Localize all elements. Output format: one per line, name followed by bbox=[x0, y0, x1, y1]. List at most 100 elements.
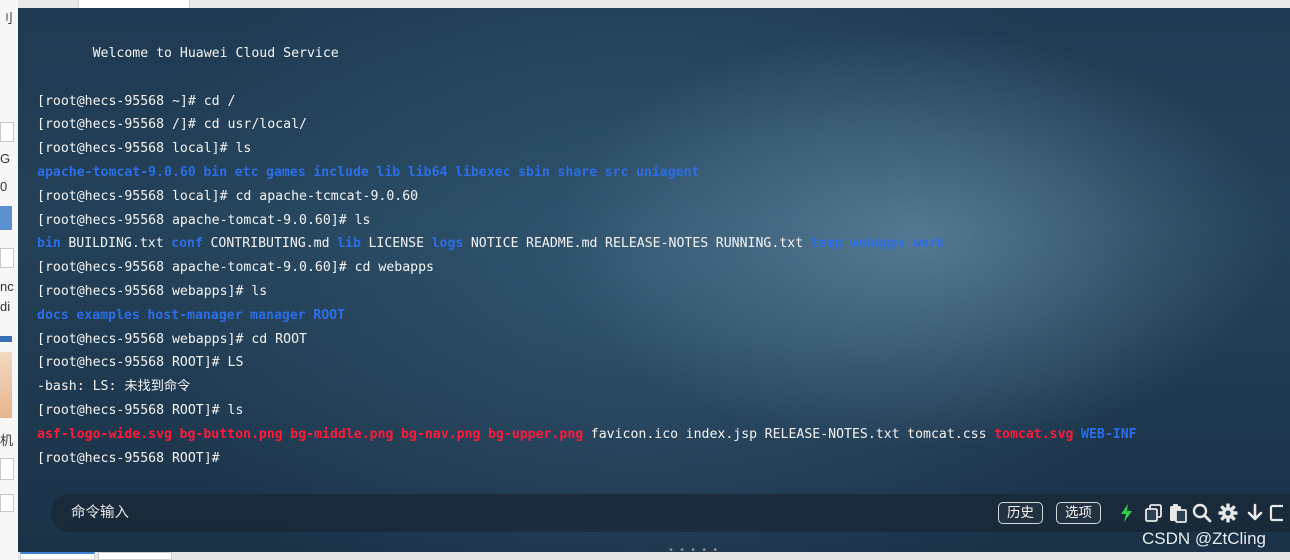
highlighted-file-entry: asf-logo-wide.svg bbox=[37, 426, 172, 442]
terminal-line: [root@hecs-95568 apache-tomcat-9.0.60]# … bbox=[37, 210, 378, 232]
highlighted-file-entry: tomcat.svg bbox=[994, 426, 1074, 442]
bottom-tab[interactable] bbox=[98, 552, 172, 560]
top-tab[interactable] bbox=[78, 0, 190, 8]
terminal-text: [root@hecs-95568 /]# cd usr/local/ bbox=[37, 117, 307, 133]
directory-entry: include bbox=[313, 165, 369, 180]
highlighted-file-entry: bg-nav.png bbox=[401, 426, 481, 442]
left-panel-selected-item[interactable] bbox=[0, 206, 12, 230]
left-panel-field[interactable] bbox=[0, 458, 14, 480]
directory-entry: webapps bbox=[849, 236, 906, 252]
terminal-line: asf-logo-wide.svg bg-button.png bg-middle.… bbox=[37, 424, 1144, 446]
directory-entry: sbin bbox=[518, 165, 550, 180]
terminal-text: [root@hecs-95568 local]# cd apache-tcmca… bbox=[37, 188, 419, 204]
download-icon[interactable] bbox=[1245, 503, 1265, 523]
terminal-text: index.jsp bbox=[685, 426, 758, 442]
directory-entry: lib bbox=[337, 236, 361, 252]
directory-entry: ROOT bbox=[313, 307, 346, 323]
directory-entry: lib bbox=[376, 165, 401, 180]
gear-icon[interactable] bbox=[1218, 503, 1238, 523]
terminal-text: CONTRIBUTING.md bbox=[210, 236, 330, 252]
terminal-text: NOTICE bbox=[470, 236, 519, 252]
left-side-panel: 刂 G 0 nc di 机 bbox=[0, 0, 19, 560]
highlighted-file-entry: bg-button.png bbox=[179, 426, 283, 442]
watermark: CSDN @ZtCling bbox=[1142, 529, 1266, 548]
terminal-text: [root@hecs-95568 local]# ls bbox=[37, 141, 252, 157]
paste-icon[interactable] bbox=[1168, 503, 1188, 523]
directory-entry: uniagent bbox=[635, 165, 700, 180]
terminal-text: favicon.ico bbox=[590, 426, 679, 442]
directory-entry: games bbox=[266, 165, 306, 180]
terminal-text: RELEASE-NOTES.txt bbox=[764, 426, 900, 442]
directory-entry: host-manager bbox=[147, 307, 243, 323]
terminal-line: [root@hecs-95568 webapps]# cd ROOT bbox=[37, 329, 314, 351]
left-panel-fragment: di bbox=[0, 299, 11, 314]
command-bar: 历史 选项 bbox=[51, 494, 1290, 532]
left-panel-field[interactable] bbox=[0, 248, 14, 268]
window-bottom-bar bbox=[18, 552, 1290, 560]
directory-entry: share bbox=[557, 165, 598, 180]
terminal-line: [root@hecs-95568 ROOT]# LS bbox=[37, 352, 251, 374]
directory-entry: manager bbox=[250, 307, 306, 323]
terminal-line: [root@hecs-95568 apache-tomcat-9.0.60]# … bbox=[37, 257, 442, 279]
terminal-window[interactable]: Welcome to Huawei Cloud Service [root@hec… bbox=[18, 8, 1290, 552]
left-panel-fragment: 刂 bbox=[0, 11, 14, 26]
terminal-line: [root@hecs-95568 ROOT]# ls bbox=[37, 400, 251, 422]
directory-entry: etc bbox=[234, 165, 259, 180]
directory-entry: libexec bbox=[454, 165, 511, 180]
terminal-line: docs examples host-manager manager ROOT bbox=[37, 305, 353, 327]
directory-entry: src bbox=[604, 165, 629, 180]
terminal-line: -bash: LS: 未找到命令 bbox=[37, 376, 198, 398]
terminal-line: [root@hecs-95568 /]# cd usr/local/ bbox=[37, 114, 314, 136]
directory-entry: conf bbox=[171, 236, 203, 252]
left-panel-thumbnail bbox=[0, 352, 12, 418]
terminal-text: [root@hecs-95568 ROOT]# bbox=[37, 450, 220, 466]
window-icon[interactable] bbox=[1269, 503, 1283, 523]
terminal-text: README.md bbox=[526, 236, 598, 252]
terminal-text: [root@hecs-95568 webapps]# cd ROOT bbox=[37, 331, 307, 347]
resize-handle[interactable]: • • • • • bbox=[668, 545, 719, 556]
terminal-text: [root@hecs-95568 ROOT]# LS bbox=[37, 355, 244, 371]
terminal-text: [root@hecs-95568 apache-tomcat-9.0.60]# … bbox=[37, 260, 434, 276]
terminal-text: [root@hecs-95568 webapps]# ls bbox=[37, 284, 268, 299]
command-input[interactable] bbox=[71, 494, 971, 532]
directory-entry: work bbox=[913, 236, 945, 252]
directory-entry: lib64 bbox=[407, 165, 448, 180]
terminal-text: [root@hecs-95568 apache-tomcat-9.0.60]# … bbox=[37, 212, 371, 228]
left-panel-marker bbox=[0, 336, 12, 342]
left-panel-fragment: 机 bbox=[0, 433, 14, 448]
terminal-text: [root@hecs-95568 ROOT]# ls bbox=[37, 403, 244, 418]
terminal-text: BUILDING.txt bbox=[68, 236, 164, 252]
window-top-bar bbox=[18, 0, 1290, 8]
terminal-line: [root@hecs-95568 local]# ls bbox=[37, 138, 259, 160]
directory-entry: docs bbox=[37, 307, 69, 323]
terminal-text: -bash: LS: 未找到命令 bbox=[37, 379, 191, 395]
highlighted-file-entry: bg-middle.png bbox=[290, 426, 394, 442]
directory-entry: examples bbox=[76, 307, 140, 323]
history-button[interactable]: 历史 bbox=[998, 502, 1043, 524]
terminal-text: RELEASE-NOTES bbox=[605, 236, 709, 252]
directory-entry: logs bbox=[431, 236, 464, 252]
directory-entry: temp bbox=[810, 236, 843, 252]
options-button[interactable]: 选项 bbox=[1056, 502, 1101, 524]
terminal-line: [root@hecs-95568 webapps]# ls bbox=[37, 281, 275, 303]
terminal-text: RUNNING.txt bbox=[715, 236, 804, 252]
terminal-line: [root@hecs-95568 local]# cd apache-tcmca… bbox=[37, 186, 426, 208]
terminal-text: Welcome to Huawei Cloud Service bbox=[37, 46, 339, 61]
left-panel-field[interactable] bbox=[0, 494, 14, 512]
terminal-text: LICENSE bbox=[368, 236, 425, 252]
left-panel-fragment: 0 bbox=[0, 179, 8, 194]
left-panel-fragment: G bbox=[0, 151, 11, 166]
bottom-tab[interactable] bbox=[20, 552, 95, 560]
terminal-line: [root@hecs-95568 ~]# cd / bbox=[37, 91, 243, 113]
directory-entry: apache-tomcat-9.0.60 bbox=[37, 165, 196, 180]
terminal-line: [root@hecs-95568 ROOT]# bbox=[37, 448, 227, 470]
left-panel-field[interactable] bbox=[0, 122, 14, 142]
lightning-icon[interactable] bbox=[1117, 503, 1137, 523]
directory-entry: bin bbox=[203, 165, 228, 180]
directory-entry: WEB-INF bbox=[1081, 426, 1137, 442]
copy-icon[interactable] bbox=[1144, 503, 1164, 523]
terminal-text: tomcat.css bbox=[907, 426, 987, 442]
terminal-line: Welcome to Huawei Cloud Service bbox=[37, 43, 346, 65]
directory-entry: bin bbox=[37, 236, 61, 252]
search-icon[interactable] bbox=[1192, 503, 1212, 523]
